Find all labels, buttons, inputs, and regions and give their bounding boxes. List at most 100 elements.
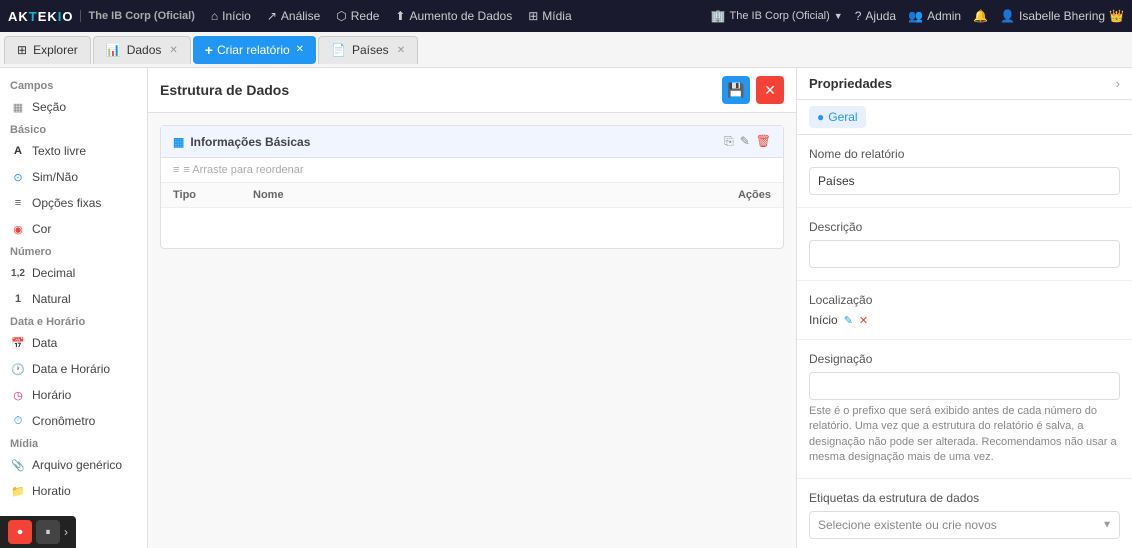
chart-icon: ↗ bbox=[267, 9, 277, 23]
field-data-horario[interactable]: 🕐 Data e Horário bbox=[0, 356, 147, 382]
tab-geral[interactable]: ● Geral bbox=[809, 106, 866, 128]
field-natural[interactable]: 1 Natural bbox=[0, 286, 147, 312]
crown-icon: 👑 bbox=[1109, 9, 1124, 23]
tab-dados-close[interactable]: ✕ bbox=[169, 45, 177, 56]
decimal-icon: 1,2 bbox=[10, 265, 26, 281]
tags-label: Etiquetas da estrutura de dados bbox=[809, 491, 1120, 505]
data-horario-title: Data e Horário bbox=[0, 312, 147, 330]
company-switcher[interactable]: 🏢 The IB Corp (Oficial) ▼ bbox=[711, 9, 843, 23]
nav-rede[interactable]: ⬡ Rede bbox=[336, 9, 379, 23]
nav-items: ⌂ Início ↗ Análise ⬡ Rede ⬆ Aumento de D… bbox=[211, 9, 695, 23]
tab-explorer[interactable]: ⊞ Explorer bbox=[4, 36, 91, 64]
cancel-button[interactable]: ✕ bbox=[756, 76, 784, 104]
location-section: Localização Início ✎ ✕ bbox=[797, 281, 1132, 340]
panel-tabs: ● Geral bbox=[797, 100, 1132, 135]
table-header: Tipo Nome Ações bbox=[161, 183, 783, 208]
text-icon: A bbox=[10, 143, 26, 159]
expand-icon[interactable]: › bbox=[1116, 76, 1120, 91]
field-cor[interactable]: ◉ Cor bbox=[0, 216, 147, 242]
panel-title: Propriedades bbox=[809, 76, 892, 91]
user-icon: 👤 bbox=[1000, 9, 1015, 23]
field-secao[interactable]: ▦ Seção bbox=[0, 94, 147, 120]
delete-action[interactable]: 🗑 bbox=[756, 134, 771, 149]
field-texto-livre[interactable]: A Texto livre bbox=[0, 138, 147, 164]
tab-bar: ⊞ Explorer 📊 Dados ✕ + Criar relatório ✕… bbox=[0, 32, 1132, 68]
report-name-section: Nome do relatório bbox=[797, 135, 1132, 208]
record-button[interactable]: ⏺ bbox=[8, 520, 32, 544]
user-menu[interactable]: 👤 Isabelle Bhering 👑 bbox=[1000, 9, 1124, 23]
structure-area: ▦ Informações Básicas ⎘ ✎ 🗑 ≡ ≡ Arraste … bbox=[148, 113, 796, 548]
natural-icon: 1 bbox=[10, 291, 26, 307]
save-button[interactable]: 💾 bbox=[722, 76, 750, 104]
description-input[interactable] bbox=[809, 240, 1120, 268]
report-name-input[interactable] bbox=[809, 167, 1120, 195]
info-basicas-box: ▦ Informações Básicas ⎘ ✎ 🗑 ≡ ≡ Arraste … bbox=[160, 125, 784, 249]
tab-paises[interactable]: 📄 Países ✕ bbox=[318, 36, 418, 64]
copy-action[interactable]: ⎘ bbox=[724, 134, 734, 149]
admin-button[interactable]: 👥 Admin bbox=[908, 9, 961, 23]
field-opcoes-fixas[interactable]: ≡ Opções fixas bbox=[0, 190, 147, 216]
tab-paises-close[interactable]: ✕ bbox=[397, 45, 405, 56]
expand-player-button[interactable]: › bbox=[64, 525, 68, 539]
page-icon: 📄 bbox=[331, 43, 346, 57]
bell-icon: 🔔 bbox=[973, 9, 988, 23]
play-pause-button[interactable]: ⏸ bbox=[36, 520, 60, 544]
logo[interactable]: AKTEKIO The IB Corp (Oficial) bbox=[8, 9, 195, 24]
header-actions: 💾 ✕ bbox=[722, 76, 784, 104]
drag-icon: ≡ bbox=[173, 164, 179, 176]
location-value: Início bbox=[809, 313, 838, 327]
table-empty bbox=[161, 208, 783, 248]
panel-header: Propriedades › bbox=[797, 68, 1132, 100]
nav-aumento-dados[interactable]: ⬆ Aumento de Dados bbox=[395, 9, 512, 23]
drag-hint: ≡ ≡ Arraste para reordenar bbox=[161, 158, 783, 183]
midia-title: Mídia bbox=[0, 434, 147, 452]
field-decimal[interactable]: 1,2 Decimal bbox=[0, 260, 147, 286]
tags-select[interactable]: Selecione existente ou crie novos bbox=[809, 511, 1120, 539]
designation-input[interactable] bbox=[809, 372, 1120, 400]
top-navigation: AKTEKIO The IB Corp (Oficial) ⌂ Início ↗… bbox=[0, 0, 1132, 32]
location-remove-button[interactable]: ✕ bbox=[859, 314, 868, 327]
nav-midia[interactable]: ⊞ Mídia bbox=[528, 9, 571, 23]
field-horario[interactable]: ◷ Horário bbox=[0, 382, 147, 408]
toggle-icon: ⊙ bbox=[10, 169, 26, 185]
field-arquivo-generico[interactable]: 📎 Arquivo genérico bbox=[0, 452, 147, 478]
tab-criar-relatorio[interactable]: + Criar relatório ✕ bbox=[193, 36, 316, 64]
network-icon: ⬡ bbox=[336, 9, 346, 23]
designation-note: Este é o prefixo que será exibido antes … bbox=[809, 404, 1120, 466]
stopwatch-icon: ⏱ bbox=[10, 413, 26, 429]
info-basicas-header: ▦ Informações Básicas ⎘ ✎ 🗑 bbox=[161, 126, 783, 158]
designation-section: Designação Este é o prefixo que será exi… bbox=[797, 340, 1132, 479]
tab-criar-close[interactable]: ✕ bbox=[296, 44, 304, 55]
help-button[interactable]: ? Ajuda bbox=[855, 9, 896, 23]
box-actions: ⎘ ✎ 🗑 bbox=[724, 134, 771, 149]
list-icon: ≡ bbox=[10, 195, 26, 211]
notifications-button[interactable]: 🔔 bbox=[973, 9, 988, 23]
file2-icon: 📁 bbox=[10, 483, 26, 499]
field-cronometro[interactable]: ⏱ Cronômetro bbox=[0, 408, 147, 434]
field-horatio[interactable]: 📁 Horatio bbox=[0, 478, 147, 504]
field-data[interactable]: 📅 Data bbox=[0, 330, 147, 356]
tags-section: Etiquetas da estrutura de dados Selecion… bbox=[797, 479, 1132, 548]
field-sim-nao[interactable]: ⊙ Sim/Não bbox=[0, 164, 147, 190]
section-icon: ▦ bbox=[10, 99, 26, 115]
campos-title: Campos bbox=[0, 76, 147, 94]
basico-title: Básico bbox=[0, 120, 147, 138]
location-edit-button[interactable]: ✎ bbox=[844, 314, 853, 327]
users-icon: 👥 bbox=[908, 9, 923, 23]
color-icon: ◉ bbox=[10, 221, 26, 237]
company-name: The IB Corp (Oficial) bbox=[80, 10, 195, 22]
edit-action[interactable]: ✎ bbox=[740, 134, 750, 149]
col-tipo: Tipo bbox=[173, 189, 253, 201]
center-panel: Estrutura de Dados 💾 ✕ ▦ Informações Bás… bbox=[148, 68, 796, 548]
help-icon: ? bbox=[855, 9, 862, 23]
building-icon: 🏢 bbox=[711, 9, 726, 23]
nav-right: 🏢 The IB Corp (Oficial) ▼ ? Ajuda 👥 Admi… bbox=[711, 9, 1124, 23]
fields-sidebar: Campos ▦ Seção Básico A Texto livre ⊙ Si… bbox=[0, 68, 148, 548]
data-tab-icon: 📊 bbox=[106, 43, 121, 57]
tab-dados[interactable]: 📊 Dados ✕ bbox=[93, 36, 191, 64]
nav-inicio[interactable]: ⌂ Início bbox=[211, 9, 251, 23]
location-label: Localização bbox=[809, 293, 1120, 307]
designation-label: Designação bbox=[809, 352, 1120, 366]
description-label: Descrição bbox=[809, 220, 1120, 234]
nav-analise[interactable]: ↗ Análise bbox=[267, 9, 320, 23]
